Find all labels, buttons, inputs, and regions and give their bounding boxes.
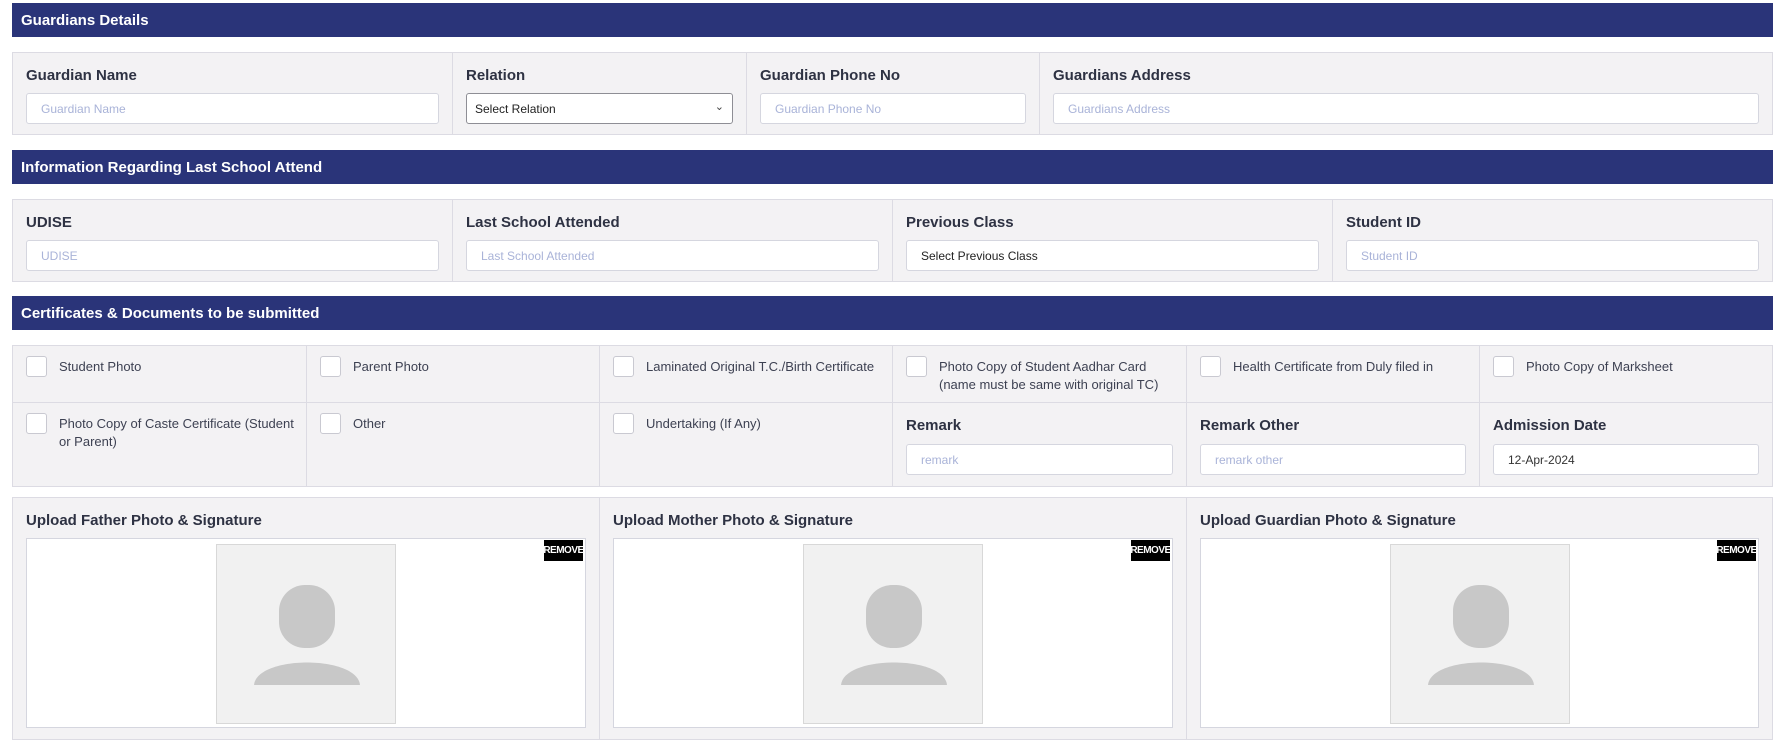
relation-select-value: Select Relation: [475, 101, 556, 116]
cert-undertaking: Undertaking (If Any): [599, 403, 892, 487]
cert-marksheet: Photo Copy of Marksheet: [1479, 345, 1773, 403]
relation-cell: Relation Select Relation ⌄: [452, 52, 746, 135]
guardian-remove-button[interactable]: REMOVE: [1716, 540, 1757, 561]
guardian-address-input[interactable]: [1053, 93, 1759, 124]
marksheet-label: Photo Copy of Marksheet: [1526, 359, 1673, 374]
guardian-name-cell: Guardian Name: [12, 52, 452, 135]
marksheet-checkbox[interactable]: [1493, 356, 1514, 377]
remark-other-label: Remark Other: [1200, 417, 1300, 434]
last-school-input[interactable]: [466, 240, 879, 271]
caste-checkbox[interactable]: [26, 413, 47, 434]
uploads-row: Upload Father Photo & Signature REMOVE U…: [12, 497, 1773, 740]
admission-date-input[interactable]: [1493, 444, 1759, 475]
mother-photo-placeholder: [803, 544, 983, 724]
student-id-label: Student ID: [1346, 214, 1421, 231]
remark-input[interactable]: [906, 444, 1173, 475]
avatar-icon: [841, 585, 947, 685]
parent-photo-checkbox[interactable]: [320, 356, 341, 377]
admission-date-cell: Admission Date: [1479, 403, 1773, 487]
aadhar-label: Photo Copy of Student Aadhar Card (name …: [939, 359, 1159, 392]
udise-cell: UDISE: [12, 199, 452, 282]
student-photo-label: Student Photo: [59, 359, 142, 374]
father-photo-placeholder: [216, 544, 396, 724]
udise-label: UDISE: [26, 214, 72, 231]
parent-photo-label: Parent Photo: [353, 359, 429, 374]
laminated-tc-checkbox[interactable]: [613, 356, 634, 377]
previous-class-value: Select Previous Class: [921, 248, 1038, 263]
mother-upload-label: Upload Mother Photo & Signature: [613, 512, 853, 529]
last-school-cell: Last School Attended: [452, 199, 892, 282]
guardians-row: Guardian Name Relation Select Relation ⌄…: [12, 52, 1773, 135]
other-checkbox[interactable]: [320, 413, 341, 434]
health-label: Health Certificate from Duly filed in: [1233, 359, 1434, 374]
admission-date-label: Admission Date: [1493, 417, 1607, 434]
avatar-icon: [1428, 585, 1534, 685]
cert-aadhar: Photo Copy of Student Aadhar Card (name …: [892, 345, 1186, 403]
guardian-address-label: Guardians Address: [1053, 67, 1191, 84]
certificates-row-1: Student Photo Parent Photo Laminated Ori…: [12, 345, 1773, 403]
cert-health: Health Certificate from Duly filed in: [1186, 345, 1479, 403]
last-school-row: UDISE Last School Attended Previous Clas…: [12, 199, 1773, 282]
previous-class-cell: Previous Class Select Previous Class: [892, 199, 1332, 282]
father-upload-label: Upload Father Photo & Signature: [26, 512, 262, 529]
guardian-upload-box[interactable]: REMOVE: [1200, 538, 1759, 728]
last-school-label: Last School Attended: [466, 214, 620, 231]
guardian-phone-label: Guardian Phone No: [760, 67, 901, 84]
remark-other-input[interactable]: [1200, 444, 1466, 475]
cert-parent-photo: Parent Photo: [306, 345, 599, 403]
relation-label: Relation: [466, 67, 526, 84]
caste-label: Photo Copy of Caste Certificate (Student…: [59, 416, 294, 449]
laminated-tc-label: Laminated Original T.C./Birth Certificat…: [646, 359, 875, 374]
guardian-name-label: Guardian Name: [26, 67, 137, 84]
cert-student-photo: Student Photo: [12, 345, 306, 403]
guardian-upload-label: Upload Guardian Photo & Signature: [1200, 512, 1456, 529]
guardian-phone-cell: Guardian Phone No: [746, 52, 1039, 135]
father-upload-box[interactable]: REMOVE: [26, 538, 586, 728]
remark-other-cell: Remark Other: [1186, 403, 1479, 487]
guardian-name-input[interactable]: [26, 93, 439, 124]
undertaking-label: Undertaking (If Any): [646, 416, 761, 431]
previous-class-label: Previous Class: [906, 214, 1014, 231]
undertaking-checkbox[interactable]: [613, 413, 634, 434]
father-upload-cell: Upload Father Photo & Signature REMOVE: [12, 497, 599, 740]
previous-class-select[interactable]: Select Previous Class: [906, 240, 1319, 271]
mother-upload-cell: Upload Mother Photo & Signature REMOVE: [599, 497, 1186, 740]
health-checkbox[interactable]: [1200, 356, 1221, 377]
guardian-phone-input[interactable]: [760, 93, 1026, 124]
mother-upload-box[interactable]: REMOVE: [613, 538, 1173, 728]
certificates-section-header: Certificates & Documents to be submitted: [12, 296, 1773, 330]
relation-select[interactable]: Select Relation ⌄: [466, 93, 733, 124]
cert-caste: Photo Copy of Caste Certificate (Student…: [12, 403, 306, 487]
aadhar-checkbox[interactable]: [906, 356, 927, 377]
udise-input[interactable]: [26, 240, 439, 271]
other-label: Other: [353, 416, 386, 431]
student-photo-checkbox[interactable]: [26, 356, 47, 377]
avatar-icon: [254, 585, 360, 685]
guardian-upload-cell: Upload Guardian Photo & Signature REMOVE: [1186, 497, 1773, 740]
chevron-down-icon: ⌄: [714, 101, 724, 113]
student-id-input[interactable]: [1346, 240, 1759, 271]
guardians-section-header: Guardians Details: [12, 3, 1773, 37]
mother-remove-button[interactable]: REMOVE: [1130, 540, 1171, 561]
student-id-cell: Student ID: [1332, 199, 1773, 282]
cert-other: Other: [306, 403, 599, 487]
remark-cell: Remark: [892, 403, 1186, 487]
guardian-address-cell: Guardians Address: [1039, 52, 1773, 135]
father-remove-button[interactable]: REMOVE: [543, 540, 584, 561]
last-school-section-header: Information Regarding Last School Attend: [12, 150, 1773, 184]
cert-laminated-tc: Laminated Original T.C./Birth Certificat…: [599, 345, 892, 403]
certificates-row-2: Photo Copy of Caste Certificate (Student…: [12, 403, 1773, 487]
remark-label: Remark: [906, 417, 962, 434]
guardian-photo-placeholder: [1390, 544, 1570, 724]
